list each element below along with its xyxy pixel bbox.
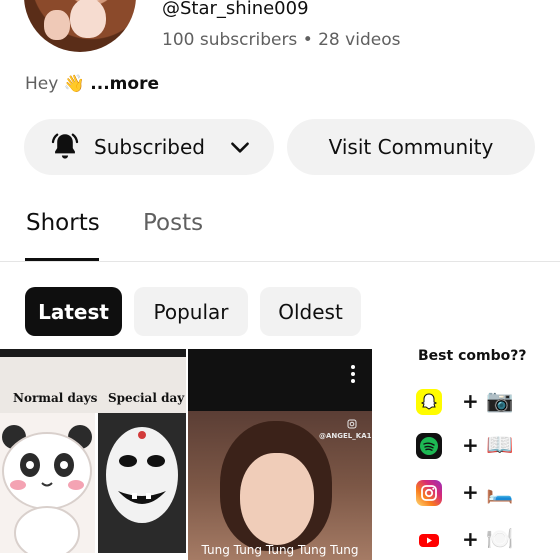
avatar-face: [70, 0, 106, 38]
bed-emoji: 🛏️: [486, 480, 514, 505]
panda-meme-image: [0, 413, 95, 560]
combo-row-snapchat: + 📷: [416, 389, 546, 417]
youtube-icon: [416, 527, 442, 553]
video-watermark: @ANGEL_KA11046: [319, 432, 372, 440]
short-thumbnail-3[interactable]: Best combo?? + 📷 + 📖 + 🛏️ + 🍽️: [374, 349, 560, 560]
short-thumbnail-2[interactable]: @ANGEL_KA11046 Tung Tung Tung Tung Tung: [188, 349, 372, 560]
channel-stats: 100 subscribers • 28 videos: [162, 30, 401, 50]
short-title-best-combo: Best combo??: [418, 349, 527, 364]
chevron-down-icon: [231, 142, 249, 153]
plus-sign: +: [462, 433, 479, 457]
visit-community-label: Visit Community: [328, 135, 494, 159]
visit-community-button[interactable]: Visit Community: [287, 119, 535, 175]
subscribed-label: Subscribed: [94, 135, 205, 159]
camera-emoji: 📷: [486, 389, 514, 414]
snapchat-icon: [416, 389, 442, 415]
tabs-divider: [0, 261, 560, 262]
short-caption-tung: Tung Tung Tung Tung Tung: [201, 543, 359, 557]
bio-more-link[interactable]: ...more: [90, 74, 159, 94]
combo-row-youtube: + 🍽️: [416, 527, 546, 555]
scary-meme-image: [98, 413, 186, 553]
spotify-icon: [416, 433, 442, 459]
bio-text: Hey: [25, 74, 59, 94]
plus-sign: +: [462, 389, 479, 413]
plus-sign: +: [462, 480, 479, 504]
book-emoji: 📖: [486, 433, 514, 458]
channel-bio[interactable]: Hey 👋 ...more: [25, 74, 159, 94]
tab-posts[interactable]: Posts: [143, 210, 203, 236]
filter-chip-oldest[interactable]: Oldest: [260, 287, 361, 336]
bell-icon: [51, 133, 79, 159]
instagram-icon: [416, 480, 442, 506]
short-caption-special-day: Special day: [108, 391, 185, 405]
filter-chip-latest[interactable]: Latest: [25, 287, 122, 336]
channel-handle: @Star_shine009: [162, 0, 309, 19]
person-face: [240, 453, 314, 545]
combo-row-spotify: + 📖: [416, 433, 546, 461]
plate-emoji: 🍽️: [486, 527, 514, 552]
filter-chip-popular[interactable]: Popular: [134, 287, 248, 336]
combo-row-instagram: + 🛏️: [416, 480, 546, 508]
more-options-icon[interactable]: [351, 365, 355, 386]
channel-avatar[interactable]: [24, 0, 136, 52]
avatar-hand: [44, 10, 70, 40]
tab-shorts[interactable]: Shorts: [26, 210, 100, 236]
short-caption-normal-days: Normal days: [13, 391, 98, 405]
instagram-watermark-icon: [347, 419, 357, 429]
wave-emoji: 👋: [63, 74, 85, 94]
plus-sign: +: [462, 527, 479, 551]
thumbnail-topbar: [0, 349, 186, 357]
subscribed-button[interactable]: Subscribed: [24, 119, 274, 175]
short-thumbnail-1[interactable]: Normal days Special day: [0, 349, 186, 560]
